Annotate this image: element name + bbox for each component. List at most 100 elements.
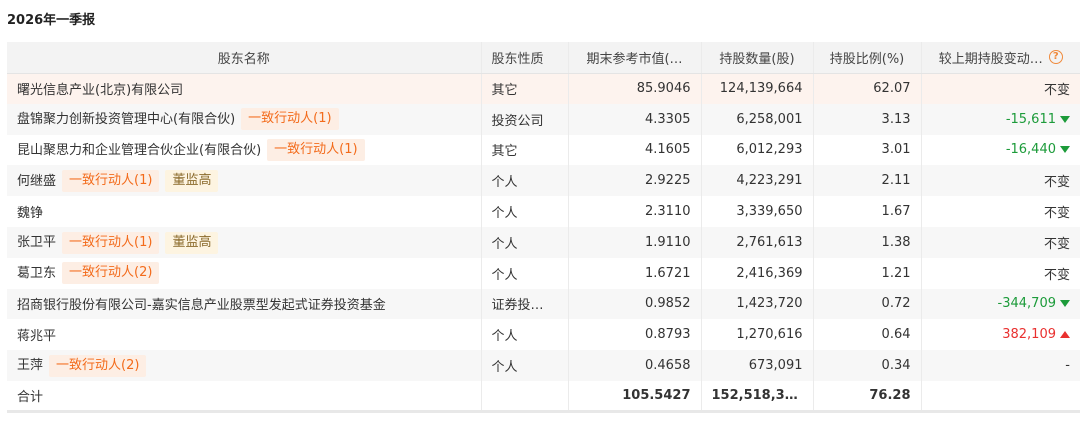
holder-ratio-cell: 1.38 [813, 226, 922, 258]
column-header-name[interactable]: 股东名称 [7, 42, 482, 74]
total-row: 合计 105.5427 152,518,308 76.28 [7, 380, 1080, 414]
holder-shares-cell: 3,339,650 [701, 196, 814, 227]
holder-change-cell: 不变 [921, 196, 1080, 227]
holder-type-cell: 个人 [481, 196, 569, 227]
concert-party-tag[interactable]: 一致行动人(2) [49, 354, 147, 377]
total-change-cell [921, 380, 1080, 414]
concert-party-tag[interactable]: 一致行动人(1) [241, 108, 339, 131]
holder-shares-cell: 1,270,616 [701, 319, 814, 351]
holder-name-cell: 蒋兆平 [7, 319, 482, 351]
change-value: - [1065, 358, 1070, 374]
holder-value-cell: 1.9110 [568, 226, 702, 258]
table-row[interactable]: 昆山聚思力和企业管理合伙企业(有限合伙) 一致行动人(1) 其它 4.1605 6,01… [7, 134, 1080, 166]
holder-name-cell: 王萍 一致行动人(2) [7, 350, 482, 381]
holder-type-cell: 其它 [481, 73, 569, 104]
holder-value-cell: 0.8793 [568, 319, 702, 351]
concert-party-tag[interactable]: 一致行动人(1) [62, 231, 160, 254]
column-header-type[interactable]: 股东性质 [481, 42, 569, 74]
holder-name-cell: 何继盛 一致行动人(1) 董监高 [7, 165, 482, 197]
total-shares-cell: 152,518,308 [701, 380, 814, 414]
holder-change-cell: 不变 [921, 165, 1080, 197]
holder-value-cell: 2.3110 [568, 196, 702, 227]
holder-name-cell: 昆山聚思力和企业管理合伙企业(有限合伙) 一致行动人(1) [7, 134, 482, 166]
holder-name[interactable]: 王萍 [17, 358, 43, 373]
holder-name[interactable]: 魏铮 [17, 206, 43, 221]
holder-type-cell: 投资公司 [481, 103, 569, 135]
question-circle-icon[interactable]: ? [1048, 50, 1063, 65]
table-row[interactable]: 王萍 一致行动人(2) 个人 0.4658 673,091 0.34- [7, 350, 1080, 381]
column-header-change-label: 较上期持股变动… [938, 51, 1043, 67]
arrow-down-icon [1060, 115, 1070, 123]
table-row[interactable]: 何继盛 一致行动人(1) 董监高 个人 2.9225 4,223,291 2.11 不变 [7, 165, 1080, 197]
table-row[interactable]: 魏铮 个人 2.3110 3,339,650 1.67 不变 [7, 196, 1080, 227]
director-tag[interactable]: 董监高 [165, 170, 219, 193]
change-value: -15,611 [1005, 111, 1056, 127]
holder-name[interactable]: 葛卫东 [17, 266, 56, 281]
holder-ratio-cell: 3.01 [813, 134, 922, 166]
holder-ratio-cell: 0.34 [813, 350, 922, 381]
total-label: 合计 [7, 380, 482, 414]
shareholders-table: 股东名称 股东性质 期末参考市值(… 持股数量(股) 持股比例(%) 较上期持股… [7, 42, 1080, 414]
concert-party-tag[interactable]: 一致行动人(1) [267, 139, 365, 162]
holder-value-cell: 0.9852 [568, 288, 702, 320]
total-type-cell [481, 380, 569, 414]
holder-ratio-cell: 1.67 [813, 196, 922, 227]
holder-type-cell: 个人 [481, 319, 569, 351]
holder-name[interactable]: 张卫平 [17, 235, 56, 250]
holder-name-cell: 葛卫东 一致行动人(2) [7, 257, 482, 289]
holder-ratio-cell: 0.72 [813, 288, 922, 320]
holder-value-cell: 4.3305 [568, 103, 702, 135]
holder-ratio-cell: 2.11 [813, 165, 922, 197]
holder-change-cell: -344,709 [921, 288, 1080, 320]
column-header-change[interactable]: 较上期持股变动…? [921, 42, 1080, 74]
holder-type-cell: 个人 [481, 350, 569, 381]
table-body: 曙光信息产业(北京)有限公司 其它 85.9046 124,139,664 62.07 不… [7, 73, 1080, 414]
holder-name[interactable]: 昆山聚思力和企业管理合伙企业(有限合伙) [17, 143, 261, 158]
holder-change-cell: 不变 [921, 226, 1080, 258]
holder-change-cell: 382,109 [921, 319, 1080, 350]
holder-shares-cell: 4,223,291 [701, 165, 814, 197]
column-header-value[interactable]: 期末参考市值(… [568, 42, 702, 74]
holder-change-cell: 不变 [921, 258, 1080, 289]
holder-name[interactable]: 盘锦聚力创新投资管理中心(有限合伙) [17, 112, 235, 127]
holder-ratio-cell: 1.21 [813, 257, 922, 289]
table-row[interactable]: 曙光信息产业(北京)有限公司 其它 85.9046 124,139,664 62.07 不… [7, 73, 1080, 104]
holder-type-cell: 证券投… [481, 288, 569, 320]
holder-shares-cell: 1,423,720 [701, 288, 814, 320]
holder-type-cell: 其它 [481, 134, 569, 166]
holder-name-cell: 盘锦聚力创新投资管理中心(有限合伙) 一致行动人(1) [7, 103, 482, 135]
arrow-up-icon [1060, 331, 1070, 339]
holder-type-cell: 个人 [481, 226, 569, 258]
table-row[interactable]: 张卫平 一致行动人(1) 董监高 个人 1.9110 2,761,613 1.38 不变 [7, 226, 1080, 258]
column-header-shares[interactable]: 持股数量(股) [701, 42, 814, 74]
holder-value-cell: 85.9046 [568, 73, 702, 104]
table-row[interactable]: 蒋兆平 个人 0.8793 1,270,616 0.64 382,109 [7, 319, 1080, 351]
holder-change-cell: -15,611 [921, 103, 1080, 135]
arrow-down-icon [1060, 146, 1070, 154]
change-value: 不变 [1043, 236, 1070, 252]
holder-name[interactable]: 何继盛 [17, 174, 56, 189]
holder-value-cell: 4.1605 [568, 134, 702, 166]
change-value: 382,109 [1002, 327, 1056, 343]
director-tag[interactable]: 董监高 [165, 231, 219, 254]
holder-shares-cell: 2,416,369 [701, 257, 814, 289]
holder-name[interactable]: 招商银行股份有限公司-嘉实信息产业股票型发起式证券投资基金 [17, 298, 386, 313]
table-header-row: 股东名称 股东性质 期末参考市值(… 持股数量(股) 持股比例(%) 较上期持股… [7, 42, 1080, 74]
table-row[interactable]: 葛卫东 一致行动人(2) 个人 1.6721 2,416,369 1.21 不变 [7, 257, 1080, 289]
holder-ratio-cell: 0.64 [813, 319, 922, 351]
change-value: -16,440 [1005, 142, 1056, 158]
table-row[interactable]: 招商银行股份有限公司-嘉实信息产业股票型发起式证券投资基金 证券投… 0.9852 1… [7, 288, 1080, 320]
holder-name[interactable]: 曙光信息产业(北京)有限公司 [17, 83, 183, 98]
table-row[interactable]: 盘锦聚力创新投资管理中心(有限合伙) 一致行动人(1) 投资公司 4.3305 6,25… [7, 103, 1080, 135]
holder-shares-cell: 124,139,664 [701, 73, 814, 104]
concert-party-tag[interactable]: 一致行动人(1) [62, 170, 160, 193]
holder-ratio-cell: 62.07 [813, 73, 922, 104]
holder-name[interactable]: 蒋兆平 [17, 329, 56, 344]
total-value-cell: 105.5427 [568, 380, 702, 414]
column-header-ratio[interactable]: 持股比例(%) [813, 42, 922, 74]
holder-value-cell: 0.4658 [568, 350, 702, 381]
arrow-down-icon [1060, 300, 1070, 308]
change-value: -344,709 [997, 296, 1056, 312]
concert-party-tag[interactable]: 一致行动人(2) [62, 262, 160, 285]
holder-name-cell: 魏铮 [7, 196, 482, 227]
